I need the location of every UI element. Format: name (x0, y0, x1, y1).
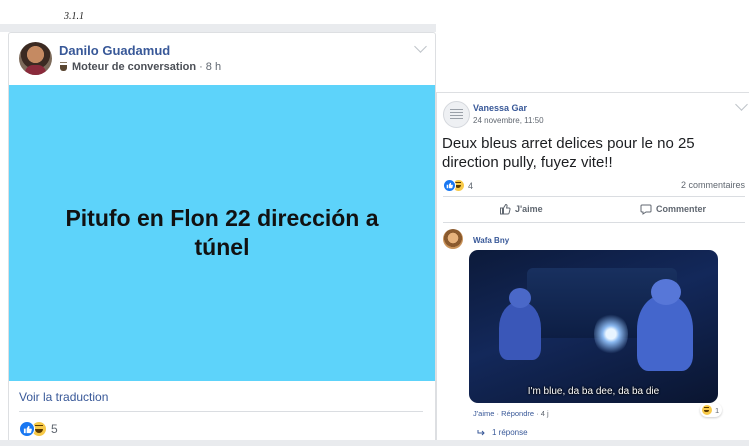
post-meta: Moteur de conversation · 8 h (59, 61, 221, 73)
post-timestamp[interactable]: · 8 h (199, 61, 221, 73)
like-icon (443, 179, 456, 192)
section-label: 3.1.1 (64, 11, 84, 22)
avatar[interactable] (19, 42, 52, 75)
comment-age[interactable]: 4 j (541, 409, 549, 418)
like-label: J'aime (515, 204, 543, 214)
gif-caption: I'm blue, da ba dee, da ba die (527, 386, 660, 397)
comment-reply-link[interactable]: Répondre (501, 409, 534, 418)
feed-background-strip (0, 24, 436, 32)
reactions-summary[interactable]: 4 (443, 179, 473, 192)
comment-reaction-badge[interactable]: 1 (700, 403, 723, 417)
avatar[interactable] (443, 101, 470, 128)
comment-bubble-icon (640, 204, 652, 215)
comment-author[interactable]: Wafa Bny (473, 236, 509, 245)
activity-label[interactable]: Moteur de conversation (72, 61, 196, 73)
chevron-down-icon[interactable] (735, 98, 748, 111)
post-card-right: Vanessa Gar 24 novembre, 11:50 Deux bleu… (436, 92, 749, 441)
divider (443, 222, 745, 223)
gif-figure (499, 288, 541, 360)
view-replies-link[interactable]: 1 réponse (477, 428, 528, 437)
comment-label: Commenter (656, 204, 707, 214)
divider (19, 411, 423, 412)
comment-gif[interactable]: I'm blue, da ba dee, da ba die (469, 250, 718, 403)
post-text: Pitufo en Flon 22 dirección a túnel (65, 205, 379, 260)
comments-count-link[interactable]: 2 commentaires (681, 180, 745, 190)
chevron-down-icon[interactable] (414, 40, 427, 53)
post-author[interactable]: Danilo Guadamud (59, 43, 170, 58)
like-button[interactable]: J'aime (499, 203, 543, 215)
comment-reaction-count: 1 (715, 405, 720, 415)
commenter-avatar[interactable] (443, 229, 463, 249)
post-timestamp[interactable]: 24 novembre, 11:50 (473, 116, 544, 125)
replies-label: 1 réponse (492, 428, 528, 437)
reaction-count: 5 (51, 422, 58, 436)
comment-button[interactable]: Commenter (640, 203, 706, 215)
reactions-summary[interactable]: 5 (19, 421, 58, 437)
post-text: Deux bleus arret delices pour le no 25 d… (442, 135, 695, 171)
post-card-left: Danilo Guadamud Moteur de conversation ·… (8, 32, 436, 444)
see-translation-link[interactable]: Voir la traduction (19, 390, 108, 404)
gif-figure (637, 279, 693, 371)
thumbs-up-icon (500, 203, 511, 215)
haha-icon (701, 404, 713, 416)
like-icon (19, 421, 35, 437)
comment-actions: J'aime · Répondre · 4 j (473, 409, 549, 418)
comment-like-link[interactable]: J'aime (473, 409, 494, 418)
reaction-count: 4 (468, 180, 474, 191)
post-background-banner: Pitufo en Flon 22 dirección a túnel (9, 85, 435, 381)
post-author[interactable]: Vanessa Gar (473, 103, 527, 113)
reply-arrow-icon (477, 429, 485, 435)
coffee-cup-icon (59, 62, 69, 72)
feed-background-strip (0, 440, 749, 446)
divider (443, 196, 745, 197)
